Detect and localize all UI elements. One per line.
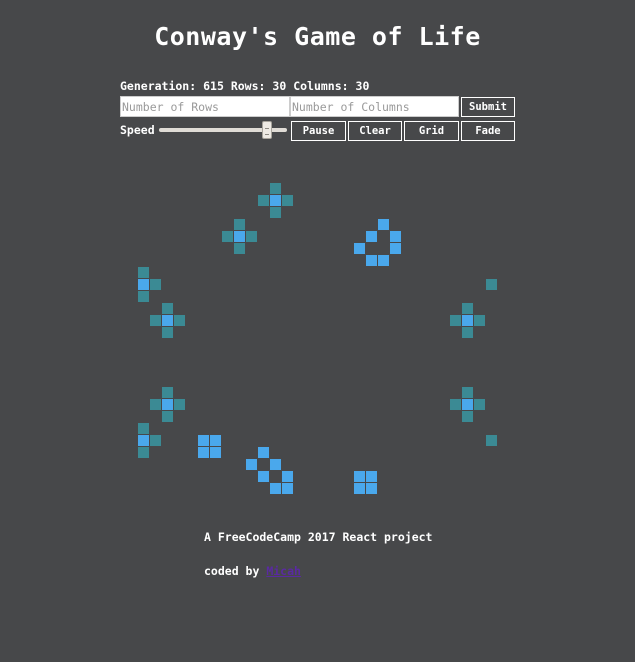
rows-input[interactable]: [120, 96, 290, 117]
fade-button[interactable]: Fade: [461, 121, 515, 141]
board-cell[interactable]: [474, 399, 485, 410]
board-cell[interactable]: [234, 243, 245, 254]
board-cell[interactable]: [210, 447, 221, 458]
board-cell[interactable]: [258, 447, 269, 458]
board-cell[interactable]: [270, 183, 281, 194]
board-cell[interactable]: [138, 423, 149, 434]
board-cell[interactable]: [378, 255, 389, 266]
author-link[interactable]: Micah: [266, 564, 301, 578]
board-cell[interactable]: [174, 315, 185, 326]
board-cell[interactable]: [270, 459, 281, 470]
board-cell[interactable]: [138, 279, 149, 290]
board-cell[interactable]: [162, 411, 173, 422]
board-cell[interactable]: [258, 471, 269, 482]
board-cell[interactable]: [474, 315, 485, 326]
board-cell[interactable]: [390, 243, 401, 254]
board-cell[interactable]: [462, 399, 473, 410]
board-cell[interactable]: [234, 219, 245, 230]
board-cell[interactable]: [150, 315, 161, 326]
board-cell[interactable]: [462, 327, 473, 338]
columns-label: Columns:: [293, 79, 349, 93]
clear-button[interactable]: Clear: [348, 121, 402, 141]
board-cell[interactable]: [210, 435, 221, 446]
board-cell[interactable]: [282, 195, 293, 206]
board-cell[interactable]: [486, 279, 497, 290]
board-cell[interactable]: [270, 195, 281, 206]
page-title: Conway's Game of Life: [154, 22, 481, 51]
board-cell[interactable]: [150, 435, 161, 446]
board-cell[interactable]: [282, 483, 293, 494]
footer-credit: A FreeCodeCamp 2017 React project: [204, 530, 433, 544]
board-cell[interactable]: [462, 387, 473, 398]
board-cell[interactable]: [354, 471, 365, 482]
board-cell[interactable]: [174, 399, 185, 410]
generation-label: Generation:: [120, 79, 197, 93]
speed-label: Speed: [120, 123, 155, 137]
board-cell[interactable]: [258, 195, 269, 206]
rows-label: Rows:: [230, 79, 266, 93]
board-cell[interactable]: [162, 327, 173, 338]
board-cell[interactable]: [150, 399, 161, 410]
generation-count: 615: [203, 79, 224, 93]
board-cell[interactable]: [150, 279, 161, 290]
board-cell[interactable]: [138, 267, 149, 278]
board-cell[interactable]: [138, 435, 149, 446]
footer-coded-by: coded by Micah: [204, 564, 301, 578]
board-cell[interactable]: [390, 231, 401, 242]
board-cell[interactable]: [198, 447, 209, 458]
board-cell[interactable]: [462, 303, 473, 314]
board-cell[interactable]: [462, 315, 473, 326]
submit-button[interactable]: Submit: [461, 97, 515, 117]
speed-slider-thumb[interactable]: [261, 121, 272, 139]
board-cell[interactable]: [270, 207, 281, 218]
board-cell[interactable]: [354, 483, 365, 494]
board-cell[interactable]: [222, 231, 233, 242]
stats-bar: Generation: 615 Rows: 30 Columns: 30: [120, 79, 369, 93]
board-cell[interactable]: [450, 315, 461, 326]
game-board[interactable]: [138, 159, 498, 519]
columns-count: 30: [355, 79, 370, 93]
board-cell[interactable]: [366, 483, 377, 494]
board-cell[interactable]: [450, 399, 461, 410]
board-cell[interactable]: [366, 231, 377, 242]
board-cell[interactable]: [354, 243, 365, 254]
board-cell[interactable]: [246, 459, 257, 470]
board-cell[interactable]: [378, 219, 389, 230]
board-cell[interactable]: [162, 303, 173, 314]
board-cell[interactable]: [198, 435, 209, 446]
grid-button[interactable]: Grid: [404, 121, 459, 141]
coded-by-label: coded by: [204, 564, 260, 578]
board-cell[interactable]: [486, 435, 497, 446]
board-cell[interactable]: [366, 471, 377, 482]
rows-count: 30: [272, 79, 287, 93]
board-cell[interactable]: [162, 387, 173, 398]
board-cell[interactable]: [162, 399, 173, 410]
board-cell[interactable]: [138, 291, 149, 302]
pause-button[interactable]: Pause: [291, 121, 346, 141]
board-cell[interactable]: [246, 231, 257, 242]
board-cell[interactable]: [138, 447, 149, 458]
board-cell[interactable]: [462, 411, 473, 422]
board-cell[interactable]: [282, 471, 293, 482]
board-cell[interactable]: [234, 231, 245, 242]
board-cell[interactable]: [162, 315, 173, 326]
columns-input[interactable]: [290, 96, 459, 117]
board-cell[interactable]: [270, 483, 281, 494]
board-cell[interactable]: [366, 255, 377, 266]
